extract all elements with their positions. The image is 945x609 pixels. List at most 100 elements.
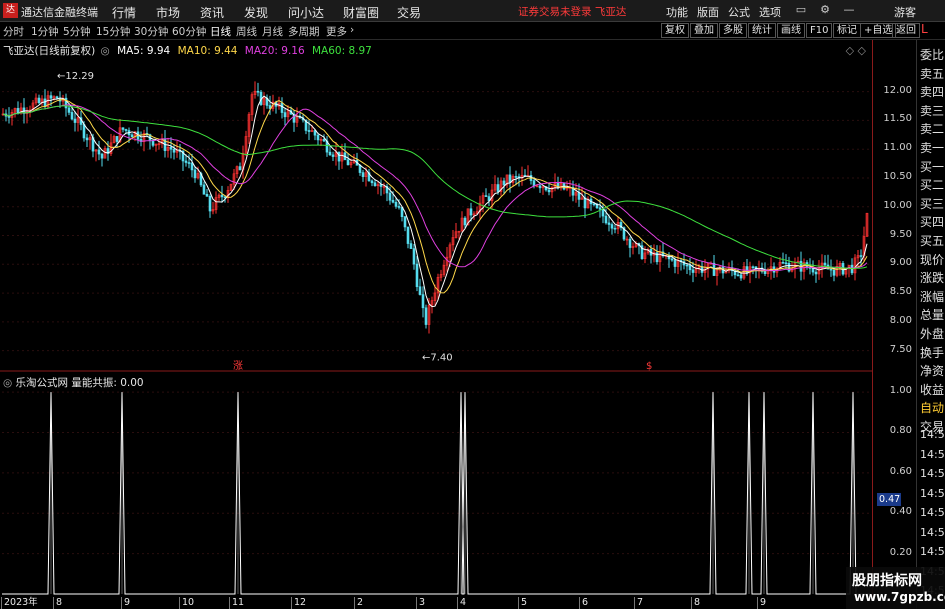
candle-body [424, 307, 428, 325]
biaoji-button[interactable]: 标记 [833, 23, 861, 38]
candle-body [187, 162, 191, 164]
menu-gongshi[interactable]: 公式 [728, 4, 750, 20]
period-5min[interactable]: 5分钟 [63, 24, 91, 39]
candle-body [124, 129, 128, 131]
candle-body [49, 95, 53, 99]
quote-panel: L 委比 卖五 卖四 卖三 卖二 卖一 买一 买二 买三 买四 买五 现价 涨跌 涨幅 总量 外盘 换手 净资 收益… [916, 22, 945, 609]
price-axis-label: 8.00 [889, 314, 912, 326]
trade-time: 14:56 [920, 467, 945, 480]
panel-corner-label: L [921, 22, 928, 36]
quote-field-label: 涨幅 [920, 289, 945, 304]
time-axis-label: 12 [291, 597, 306, 609]
price-axis-label: 11.50 [883, 113, 912, 125]
indicator-chart[interactable]: ◎ 乐淘公式网 量能共振: 0.00 [0, 372, 872, 597]
back-button[interactable]: 返回 [892, 23, 920, 38]
menu-gongneng[interactable]: 功能 [666, 4, 688, 20]
gear-icon[interactable]: ◎ [101, 45, 110, 57]
menu-jiaoyi[interactable]: 交易 [397, 4, 421, 21]
candle-body [547, 189, 551, 193]
period-multi[interactable]: 多周期 [288, 24, 320, 39]
diejia-button[interactable]: 叠加 [690, 23, 718, 38]
watermark-line1: 股朋指标网 [852, 573, 922, 589]
candle-body [37, 97, 41, 103]
period-30min[interactable]: 30分钟 [134, 24, 168, 39]
menu-caifuquan[interactable]: 财富圈 [343, 4, 379, 21]
high-price-marker: ←12.29 [57, 71, 94, 82]
quote-field-label: 卖一 [920, 141, 945, 155]
minimize-icon[interactable]: — [842, 3, 856, 17]
resonance-line [2, 392, 870, 595]
fuquan-button[interactable]: 复权 [661, 23, 689, 38]
period-weekly[interactable]: 周线 [236, 24, 257, 39]
trade-time: 14:56 [920, 525, 945, 539]
huaxian-button[interactable]: 画线 [777, 23, 805, 38]
period-daily[interactable]: 日线 [210, 24, 231, 39]
period-fenshi[interactable]: 分时 [3, 24, 24, 39]
f10-button[interactable]: F10 [806, 23, 833, 38]
menu-xuanxiang[interactable]: 选项 [759, 4, 781, 20]
trade-time: 14:56 [920, 506, 945, 519]
kline-chart[interactable]: ←12.29 ←7.40 涨 $ 飞亚达(日线前复权) ◎ MA5: 9.94 MA1… [0, 40, 872, 372]
time-axis-label: 9 [121, 597, 130, 609]
quote-field-label: 买五 [920, 234, 945, 248]
menu-zixun[interactable]: 资讯 [200, 4, 224, 21]
candle-body [463, 217, 467, 226]
guest-button[interactable]: 游客 [894, 4, 916, 20]
quote-field-label: 涨跌 [920, 271, 945, 286]
skin-icon[interactable]: ▭ [794, 3, 808, 17]
price-axis-label: 7.50 [889, 343, 912, 355]
menu-shichang[interactable]: 市场 [156, 4, 180, 21]
time-axis-label: 2 [354, 597, 363, 609]
candle-body [628, 238, 632, 248]
candle-body [337, 151, 341, 162]
candle-body [751, 266, 755, 269]
chart-expand-icon[interactable]: ◇ ◇ [846, 44, 866, 57]
candle-body [403, 216, 407, 228]
more-arrow-icon[interactable]: › [350, 24, 354, 36]
candle-body [67, 107, 71, 113]
ma20-line [2, 104, 868, 272]
menu-hangqing[interactable]: 行情 [112, 4, 136, 21]
candle-body [307, 130, 311, 132]
indicator-title: 乐淘公式网 量能共振: 0.00 [15, 377, 144, 389]
period-60min[interactable]: 60分钟 [172, 24, 206, 39]
candle-body [412, 248, 416, 265]
candle-body [514, 176, 518, 178]
quote-field-label: 卖五 [920, 66, 945, 81]
period-1min[interactable]: 1分钟 [31, 24, 59, 39]
candle-body [184, 160, 188, 163]
title-bar: 达 通达信金融终端 行情 市场 资讯 发现 问小达 财富圈 交易 证券交易未登录… [0, 0, 945, 22]
candle-body [421, 294, 425, 309]
kline-canvas[interactable]: ←12.29 ←7.40 涨 $ [0, 40, 872, 372]
quote-field-label: 买三 [920, 196, 945, 211]
duogu-button[interactable]: 多股 [719, 23, 747, 38]
candle-body [370, 180, 374, 184]
period-15min[interactable]: 15分钟 [96, 24, 130, 39]
candle-body [418, 286, 422, 295]
indicator-gear-icon[interactable]: ◎ [3, 377, 12, 389]
candle-body [829, 268, 833, 271]
candle-body [406, 226, 410, 244]
tongji-button[interactable]: 统计 [748, 23, 776, 38]
menu-wenxiaoda[interactable]: 问小达 [288, 4, 324, 21]
indicator-canvas[interactable] [0, 372, 872, 597]
quote-field-label[interactable]: 自动 [920, 399, 944, 416]
menu-faxian[interactable]: 发现 [244, 4, 268, 21]
candle-body [190, 162, 194, 171]
candle-body [832, 269, 836, 276]
menu-banmian[interactable]: 版面 [697, 4, 719, 20]
period-monthly[interactable]: 月线 [262, 24, 283, 39]
add-watchlist-button[interactable]: +自选 [860, 23, 897, 38]
price-axis-label: 11.00 [883, 142, 912, 154]
period-more[interactable]: 更多 [326, 24, 347, 39]
candle-body [712, 262, 716, 276]
candle-body [607, 222, 611, 225]
candle-body [610, 224, 614, 229]
quote-field-label: 卖二 [920, 122, 945, 137]
settings-icon[interactable]: ⚙ [818, 3, 832, 17]
candle-body [502, 180, 506, 186]
candle-body [601, 208, 605, 217]
quote-field-label: 委比 [920, 48, 945, 62]
app-title: 通达信金融终端 [21, 6, 98, 19]
candle-body [361, 172, 365, 177]
